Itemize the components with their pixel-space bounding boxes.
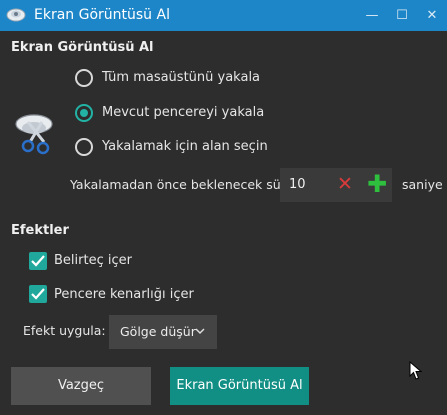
delay-unit: saniye	[402, 177, 443, 192]
checkbox-include-pointer-label: Belirteç içer	[54, 253, 132, 268]
radio-full-desktop[interactable]	[75, 69, 93, 87]
checkbox-include-border[interactable]	[29, 285, 47, 303]
delay-label: Yakalamadan önce beklenecek süre	[70, 177, 294, 192]
checkbox-include-pointer[interactable]	[29, 252, 47, 270]
clear-icon[interactable]: ✕	[337, 174, 353, 194]
window-title: Ekran Görüntüsü Al	[34, 7, 170, 23]
increment-icon[interactable]: ✚	[367, 171, 387, 197]
maximize-button[interactable]: ☐	[387, 0, 417, 31]
effect-dropdown-value: Gölge düşür	[120, 324, 196, 339]
checkbox-include-border-label: Pencere kenarlığı içer	[54, 287, 194, 302]
close-button[interactable]: ✕	[417, 0, 447, 31]
take-screenshot-button[interactable]: Ekran Görüntüsü Al	[170, 367, 309, 405]
delay-spinbox[interactable]: 10 ✕ ✚	[280, 168, 392, 202]
camera-app-icon	[6, 8, 26, 22]
radio-full-desktop-label: Tüm masaüstünü yakala	[102, 70, 261, 85]
effect-dropdown[interactable]: Gölge düşür	[109, 315, 217, 349]
cancel-button[interactable]: Vazgeç	[11, 367, 151, 405]
scissors-screenshot-icon	[15, 114, 53, 155]
capture-heading: Ekran Görüntüsü Al	[11, 40, 154, 55]
effects-heading: Efektler	[11, 223, 69, 238]
title-bar[interactable]: Ekran Görüntüsü Al — ☐ ✕	[0, 0, 447, 31]
checkmark-icon	[31, 288, 45, 300]
apply-effect-label: Efekt uygula:	[23, 323, 106, 338]
chevron-down-icon	[195, 328, 205, 335]
screenshot-dialog: Ekran Görüntüsü Al — ☐ ✕ Ekran Görüntüsü…	[0, 0, 447, 415]
minimize-button[interactable]: —	[357, 0, 387, 31]
radio-current-window[interactable]	[75, 104, 93, 122]
radio-select-area[interactable]	[75, 138, 93, 156]
delay-value[interactable]: 10	[289, 177, 306, 192]
mouse-pointer-icon	[409, 361, 423, 380]
radio-current-window-label: Mevcut pencereyi yakala	[102, 105, 265, 120]
radio-select-area-label: Yakalamak için alan seçin	[102, 139, 268, 154]
checkmark-icon	[31, 255, 45, 267]
